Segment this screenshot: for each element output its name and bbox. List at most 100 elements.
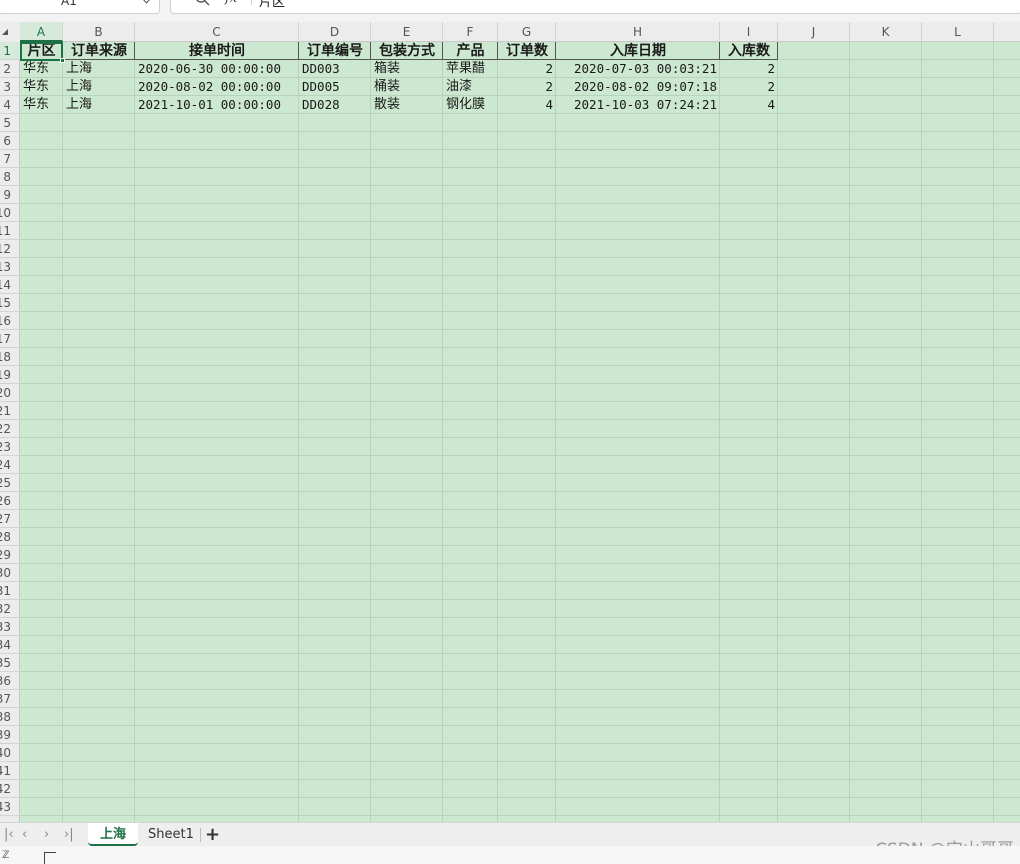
- row-header-22[interactable]: 22: [0, 420, 20, 438]
- fx-icon[interactable]: fx: [225, 0, 237, 6]
- table-cell[interactable]: 4: [498, 96, 556, 114]
- row-header-38[interactable]: 38: [0, 708, 20, 726]
- row-header-5[interactable]: 5: [0, 114, 20, 132]
- table-header-cell[interactable]: 订单编号: [299, 42, 371, 60]
- table-cell[interactable]: 箱装: [371, 60, 443, 78]
- table-cell[interactable]: 4: [720, 96, 778, 114]
- table-cell[interactable]: 2021-10-01 00:00:00: [135, 96, 299, 114]
- table-header-cell[interactable]: 接单时间: [135, 42, 299, 60]
- table-header-cell[interactable]: 产品: [443, 42, 498, 60]
- last-sheet-icon[interactable]: ›|: [64, 827, 74, 842]
- column-header-d[interactable]: D: [299, 22, 371, 42]
- row-header-18[interactable]: 18: [0, 348, 20, 366]
- column-header-l[interactable]: L: [922, 22, 994, 42]
- table-cell[interactable]: 上海: [63, 60, 135, 78]
- table-cell[interactable]: 华东: [20, 60, 63, 78]
- row-header-20[interactable]: 20: [0, 384, 20, 402]
- table-cell[interactable]: 桶装: [371, 78, 443, 96]
- row-header-16[interactable]: 16: [0, 312, 20, 330]
- formula-text[interactable]: 片区: [259, 0, 285, 10]
- row-header-8[interactable]: 8: [0, 168, 20, 186]
- formula-input[interactable]: fx 片区: [170, 0, 1020, 14]
- table-cell[interactable]: 上海: [63, 96, 135, 114]
- next-sheet-icon[interactable]: ›: [44, 827, 49, 842]
- column-header-g[interactable]: G: [498, 22, 556, 42]
- column-header-i[interactable]: I: [720, 22, 778, 42]
- table-cell[interactable]: 2: [498, 78, 556, 96]
- row-header-24[interactable]: 24: [0, 456, 20, 474]
- spreadsheet-grid[interactable]: ABCDEFGHIJKL 123456789101112131415161718…: [0, 22, 1020, 822]
- column-header-k[interactable]: K: [850, 22, 922, 42]
- row-header-30[interactable]: 30: [0, 564, 20, 582]
- table-header-cell[interactable]: 订单来源: [63, 42, 135, 60]
- row-header-37[interactable]: 37: [0, 690, 20, 708]
- column-header-b[interactable]: B: [63, 22, 135, 42]
- table-cell[interactable]: 上海: [63, 78, 135, 96]
- row-header-29[interactable]: 29: [0, 546, 20, 564]
- input-mode-icon[interactable]: ℤ: [2, 850, 9, 861]
- table-header-cell[interactable]: 订单数: [498, 42, 556, 60]
- select-all-corner[interactable]: [0, 22, 20, 42]
- table-cell[interactable]: 油漆: [443, 78, 498, 96]
- row-header-12[interactable]: 12: [0, 240, 20, 258]
- add-sheet-button[interactable]: +: [205, 824, 220, 845]
- document-icon[interactable]: [44, 852, 56, 864]
- row-header-32[interactable]: 32: [0, 600, 20, 618]
- row-header-42[interactable]: 42: [0, 780, 20, 798]
- table-cell[interactable]: 钢化膜: [443, 96, 498, 114]
- row-header-15[interactable]: 15: [0, 294, 20, 312]
- table-cell[interactable]: 华东: [20, 96, 63, 114]
- table-cell[interactable]: DD005: [299, 78, 371, 96]
- row-header-36[interactable]: 36: [0, 672, 20, 690]
- row-header-4[interactable]: 4: [0, 96, 20, 114]
- row-header-34[interactable]: 34: [0, 636, 20, 654]
- table-cell[interactable]: DD028: [299, 96, 371, 114]
- row-header-28[interactable]: 28: [0, 528, 20, 546]
- cell-area[interactable]: 片区 订单来源 接单时间 订单编号 包装方式 产品 订单数 入库日期 入库数 华东 上海 2020-0…: [20, 42, 1020, 822]
- row-header-3[interactable]: 3: [0, 78, 20, 96]
- column-header-f[interactable]: F: [443, 22, 498, 42]
- column-header-c[interactable]: C: [135, 22, 299, 42]
- row-header-40[interactable]: 40: [0, 744, 20, 762]
- table-header-cell[interactable]: 包装方式: [371, 42, 443, 60]
- table-cell[interactable]: 2020-07-03 00:03:21: [556, 60, 720, 78]
- row-header-23[interactable]: 23: [0, 438, 20, 456]
- row-header-2[interactable]: 2: [0, 60, 20, 78]
- row-header-17[interactable]: 17: [0, 330, 20, 348]
- row-header-27[interactable]: 27: [0, 510, 20, 528]
- row-header-41[interactable]: 41: [0, 762, 20, 780]
- table-cell[interactable]: 2020-08-02 00:00:00: [135, 78, 299, 96]
- row-header-9[interactable]: 9: [0, 186, 20, 204]
- row-header-1[interactable]: 1: [0, 42, 20, 60]
- row-header-11[interactable]: 11: [0, 222, 20, 240]
- row-header-25[interactable]: 25: [0, 474, 20, 492]
- chevron-down-icon[interactable]: [141, 0, 152, 4]
- row-header-31[interactable]: 31: [0, 582, 20, 600]
- table-cell[interactable]: 2020-06-30 00:00:00: [135, 60, 299, 78]
- row-header-10[interactable]: 10: [0, 204, 20, 222]
- tab-shanghai[interactable]: 上海: [88, 823, 139, 846]
- table-header-cell[interactable]: 入库日期: [556, 42, 720, 60]
- row-header-7[interactable]: 7: [0, 150, 20, 168]
- table-header-cell[interactable]: 入库数: [720, 42, 778, 60]
- column-header-j[interactable]: J: [778, 22, 850, 42]
- table-cell[interactable]: 苹果醋: [443, 60, 498, 78]
- first-sheet-icon[interactable]: |‹: [4, 827, 14, 842]
- row-header-13[interactable]: 13: [0, 258, 20, 276]
- tab-sheet1[interactable]: Sheet1: [136, 823, 206, 846]
- row-header-35[interactable]: 35: [0, 654, 20, 672]
- row-header-39[interactable]: 39: [0, 726, 20, 744]
- table-cell[interactable]: 2: [720, 60, 778, 78]
- row-header-33[interactable]: 33: [0, 618, 20, 636]
- prev-sheet-icon[interactable]: ‹: [22, 827, 27, 842]
- column-header-h[interactable]: H: [556, 22, 720, 42]
- name-box[interactable]: A1: [0, 0, 160, 14]
- table-cell[interactable]: 2021-10-03 07:24:21: [556, 96, 720, 114]
- table-cell[interactable]: 华东: [20, 78, 63, 96]
- table-cell[interactable]: 2020-08-02 09:07:18: [556, 78, 720, 96]
- zoom-icon[interactable]: [195, 0, 211, 7]
- row-header-19[interactable]: 19: [0, 366, 20, 384]
- table-cell[interactable]: 散装: [371, 96, 443, 114]
- row-header-6[interactable]: 6: [0, 132, 20, 150]
- table-cell[interactable]: 2: [498, 60, 556, 78]
